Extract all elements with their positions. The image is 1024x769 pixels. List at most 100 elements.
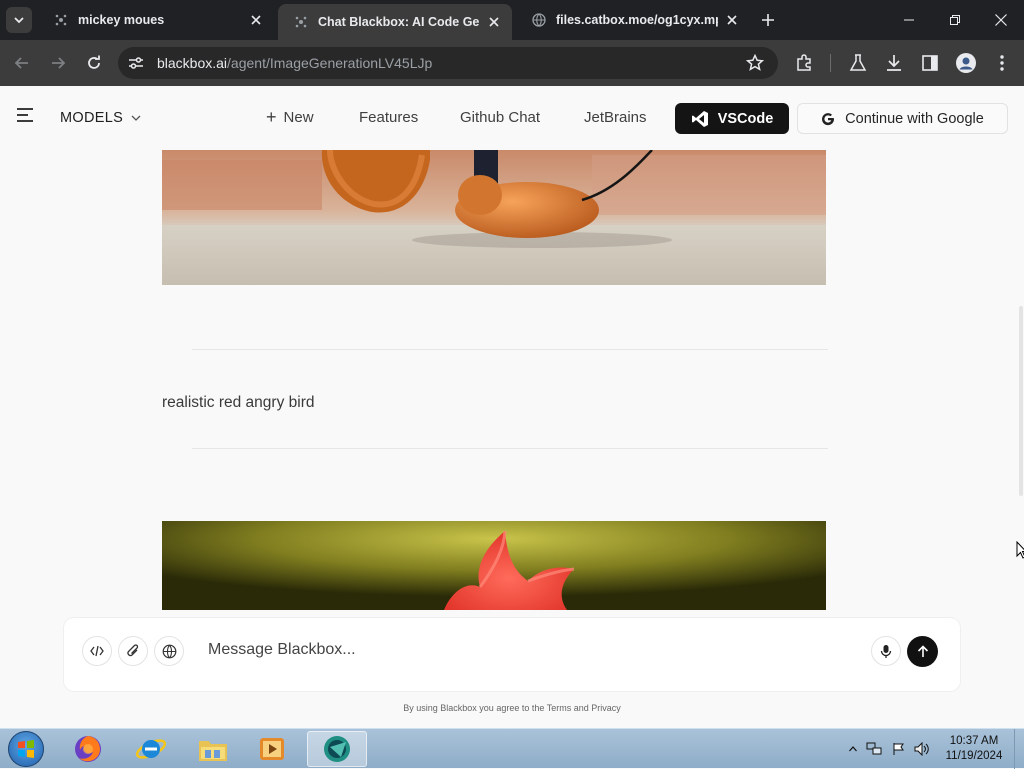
toolbar-divider [830, 54, 831, 72]
system-clock[interactable]: 10:37 AM 11/19/2024 [936, 734, 1012, 764]
download-icon [887, 55, 901, 71]
minimize-icon [904, 19, 914, 21]
features-link[interactable]: Features [359, 109, 418, 126]
extensions-button[interactable] [792, 52, 816, 74]
tab-title: Chat Blackbox: AI Code Generation [318, 15, 480, 29]
site-header: MODELS + New Features Github Chat JetBra… [0, 86, 1024, 150]
send-button[interactable] [907, 636, 938, 667]
tab-search-button[interactable] [6, 7, 32, 33]
microphone-icon [880, 644, 892, 658]
windows-logo-icon [18, 740, 34, 758]
show-hidden-icons-button[interactable] [845, 741, 861, 757]
chevron-up-icon [849, 746, 857, 752]
network-icon [866, 742, 882, 755]
message-input[interactable] [208, 641, 848, 659]
blackbox-favicon-icon [295, 16, 307, 28]
menu-icon [17, 108, 33, 122]
puzzle-icon [797, 54, 811, 71]
vscode-button[interactable]: VSCode [675, 103, 789, 134]
start-button[interactable] [8, 731, 44, 767]
taskbar-chrome[interactable] [307, 731, 367, 767]
close-tab-icon[interactable] [248, 12, 264, 28]
close-tab-icon[interactable] [724, 12, 740, 28]
new-tab-button[interactable] [758, 10, 778, 30]
internet-explorer-icon [135, 739, 167, 759]
close-tab-icon[interactable] [486, 14, 502, 30]
volume-icon [914, 742, 929, 756]
message-composer [64, 618, 960, 691]
side-panel-icon [922, 55, 938, 71]
tray-action-center[interactable] [891, 741, 907, 757]
close-icon [995, 14, 1007, 26]
code-icon [90, 645, 104, 657]
blackbox-favicon-icon [55, 14, 67, 26]
vscode-label: VSCode [717, 110, 774, 127]
folder-icon [199, 741, 227, 761]
models-dropdown[interactable]: MODELS [60, 110, 141, 126]
flag-icon [893, 743, 904, 755]
jetbrains-link[interactable]: JetBrains [584, 109, 647, 126]
avatar-icon [956, 53, 976, 73]
restore-button[interactable] [932, 0, 978, 40]
web-search-button[interactable] [154, 636, 184, 666]
browser-tab-blackbox[interactable]: Chat Blackbox: AI Code Generation [278, 4, 512, 40]
taskbar-media-player[interactable] [244, 731, 300, 767]
browser-app-icon [324, 736, 350, 762]
url-path: /agent/ImageGenerationLV45LJp [227, 55, 433, 71]
chevron-down-icon [14, 17, 24, 24]
google-icon [822, 112, 835, 125]
side-panel-button[interactable] [918, 52, 942, 74]
arrow-right-icon [52, 57, 66, 69]
tray-network[interactable] [866, 741, 882, 757]
new-label: New [283, 109, 314, 126]
tab-title: mickey moues [78, 13, 165, 27]
generated-image-angry-bird[interactable] [162, 521, 826, 610]
taskbar-file-explorer[interactable] [185, 731, 241, 767]
flask-icon [849, 54, 867, 71]
plus-icon: + [266, 107, 277, 127]
page-content: realistic red angry bird MODELS + New Fe… [0, 86, 1024, 728]
url-host: blackbox.ai [157, 55, 228, 71]
page-scrollbar[interactable] [1019, 306, 1023, 496]
code-mode-button[interactable] [82, 636, 112, 666]
globe-icon [162, 644, 176, 658]
browser-tab-catbox[interactable]: files.catbox.moe/og1cyx.mp4 [516, 4, 750, 36]
taskbar-firefox[interactable] [60, 731, 116, 767]
browser-tab-strip: mickey moues Chat Blackbox: AI Code Gene… [0, 0, 1024, 40]
generated-image-mickey[interactable] [162, 150, 826, 285]
mouse-cursor-icon [1016, 541, 1024, 559]
tray-volume[interactable] [914, 741, 930, 757]
arrow-up-icon [917, 645, 928, 657]
forward-button[interactable] [46, 51, 70, 75]
show-desktop-button[interactable] [1014, 729, 1024, 769]
bookmark-star-icon[interactable] [746, 54, 764, 72]
site-settings-icon[interactable] [128, 55, 144, 71]
clock-time: 10:37 AM [949, 735, 999, 747]
vscode-icon [691, 110, 708, 127]
reload-icon [88, 55, 100, 69]
close-window-button[interactable] [978, 0, 1024, 40]
restore-icon [950, 15, 960, 25]
arrow-left-icon [14, 57, 28, 69]
github-chat-link[interactable]: Github Chat [460, 109, 540, 126]
google-label: Continue with Google [845, 110, 984, 127]
profile-button[interactable] [954, 52, 978, 74]
voice-input-button[interactable] [871, 636, 901, 666]
terms-notice: By using Blackbox you agree to the Terms… [403, 703, 621, 713]
browser-tab-mickey[interactable]: mickey moues [38, 4, 274, 36]
minimize-button[interactable] [886, 0, 932, 40]
address-bar[interactable]: blackbox.ai/agent/ImageGenerationLV45LJp [118, 47, 778, 79]
browser-menu-button[interactable] [990, 52, 1014, 74]
user-message: realistic red angry bird [162, 394, 315, 411]
downloads-button[interactable] [882, 52, 906, 74]
labs-button[interactable] [846, 52, 870, 74]
new-chat-link[interactable]: + New [266, 107, 314, 127]
taskbar-internet-explorer[interactable] [123, 731, 179, 767]
sidebar-toggle-button[interactable] [16, 108, 34, 122]
reload-button[interactable] [82, 51, 106, 75]
continue-with-google-button[interactable]: Continue with Google [797, 103, 1008, 134]
attach-file-button[interactable] [118, 636, 148, 666]
media-player-icon [260, 738, 284, 760]
chevron-down-icon [131, 115, 141, 121]
back-button[interactable] [10, 51, 34, 75]
